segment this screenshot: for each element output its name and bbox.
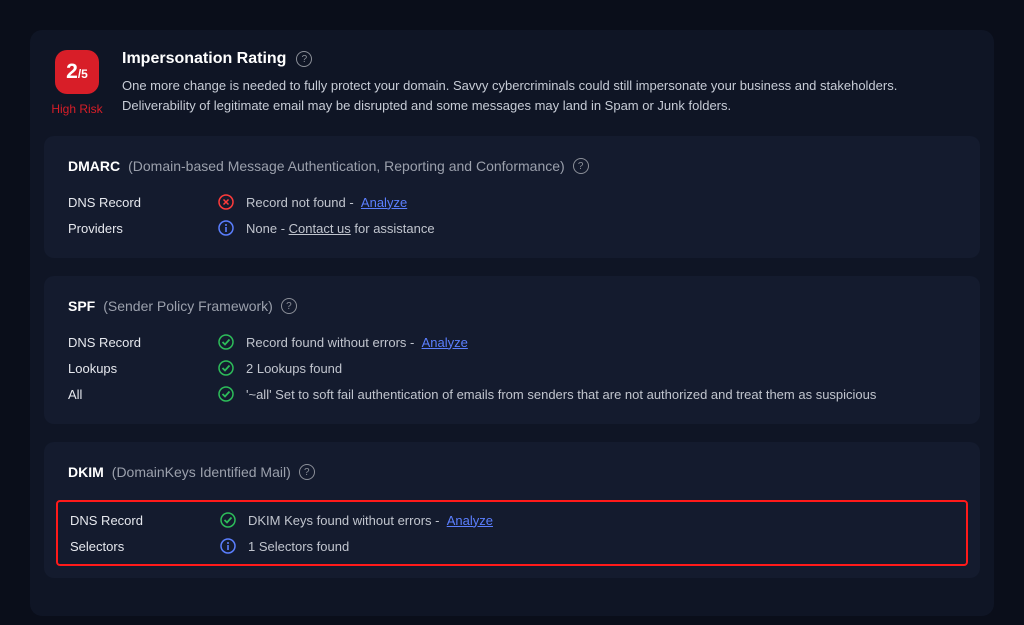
success-icon xyxy=(218,360,234,376)
section-expansion: (Sender Policy Framework) xyxy=(103,298,273,314)
help-icon[interactable]: ? xyxy=(296,51,312,67)
dns-record-row: DNS Record Record not found - Analyze xyxy=(68,194,956,210)
dkim-section: DKIM (DomainKeys Identified Mail) ? DNS … xyxy=(44,442,980,578)
header-text: Impersonation Rating ? One more change i… xyxy=(122,50,974,116)
row-label: DNS Record xyxy=(68,335,218,350)
dmarc-section: DMARC (Domain-based Message Authenticati… xyxy=(44,136,980,258)
providers-suffix: for assistance xyxy=(351,221,435,236)
row-text: None - Contact us for assistance xyxy=(246,221,435,236)
section-expansion: (Domain-based Message Authentication, Re… xyxy=(128,158,565,174)
spf-section: SPF (Sender Policy Framework) ? DNS Reco… xyxy=(44,276,980,424)
highlighted-annotation: DNS Record DKIM Keys found without error… xyxy=(56,500,968,566)
row-text: Record not found - xyxy=(246,195,354,210)
row-label: All xyxy=(68,387,218,402)
success-icon xyxy=(218,386,234,402)
score-value: 2 xyxy=(66,60,78,84)
row-text: '~all' Set to soft fail authentication o… xyxy=(246,387,876,402)
row-text: DKIM Keys found without errors - xyxy=(248,513,439,528)
title-row: Impersonation Rating ? xyxy=(122,50,974,68)
analyze-link[interactable]: Analyze xyxy=(361,195,407,210)
section-header: SPF (Sender Policy Framework) ? xyxy=(68,298,956,314)
row-text: 1 Selectors found xyxy=(248,539,349,554)
help-icon[interactable]: ? xyxy=(299,464,315,480)
row-label: DNS Record xyxy=(70,513,220,528)
risk-label: High Risk xyxy=(51,102,102,116)
section-header: DMARC (Domain-based Message Authenticati… xyxy=(68,158,956,174)
success-icon xyxy=(220,512,236,528)
dns-record-row: DNS Record DKIM Keys found without error… xyxy=(70,512,954,528)
impersonation-panel: 2 /5 High Risk Impersonation Rating ? On… xyxy=(30,30,994,616)
contact-link[interactable]: Contact us xyxy=(289,221,351,236)
panel-description: One more change is needed to fully prote… xyxy=(122,76,974,115)
row-label: DNS Record xyxy=(68,195,218,210)
info-icon xyxy=(218,220,234,236)
section-header: DKIM (DomainKeys Identified Mail) ? xyxy=(68,464,956,480)
help-icon[interactable]: ? xyxy=(281,298,297,314)
row-label: Selectors xyxy=(70,539,220,554)
section-name: SPF xyxy=(68,298,95,314)
row-text: 2 Lookups found xyxy=(246,361,342,376)
providers-prefix: None - xyxy=(246,221,289,236)
analyze-link[interactable]: Analyze xyxy=(447,513,493,528)
lookups-row: Lookups 2 Lookups found xyxy=(68,360,956,376)
score-denominator: /5 xyxy=(78,67,88,81)
section-name: DMARC xyxy=(68,158,120,174)
error-icon xyxy=(218,194,234,210)
panel-title: Impersonation Rating xyxy=(122,50,286,68)
section-name: DKIM xyxy=(68,464,104,480)
section-expansion: (DomainKeys Identified Mail) xyxy=(112,464,291,480)
analyze-link[interactable]: Analyze xyxy=(422,335,468,350)
score-column: 2 /5 High Risk xyxy=(50,50,104,116)
row-label: Lookups xyxy=(68,361,218,376)
selectors-row: Selectors 1 Selectors found xyxy=(70,538,954,554)
help-icon[interactable]: ? xyxy=(573,158,589,174)
row-text: Record found without errors - xyxy=(246,335,414,350)
success-icon xyxy=(218,334,234,350)
info-icon xyxy=(220,538,236,554)
panel-header: 2 /5 High Risk Impersonation Rating ? On… xyxy=(30,50,994,136)
all-row: All '~all' Set to soft fail authenticati… xyxy=(68,386,956,402)
dns-record-row: DNS Record Record found without errors -… xyxy=(68,334,956,350)
row-label: Providers xyxy=(68,221,218,236)
score-badge: 2 /5 xyxy=(55,50,99,94)
providers-row: Providers None - Contact us for assistan… xyxy=(68,220,956,236)
